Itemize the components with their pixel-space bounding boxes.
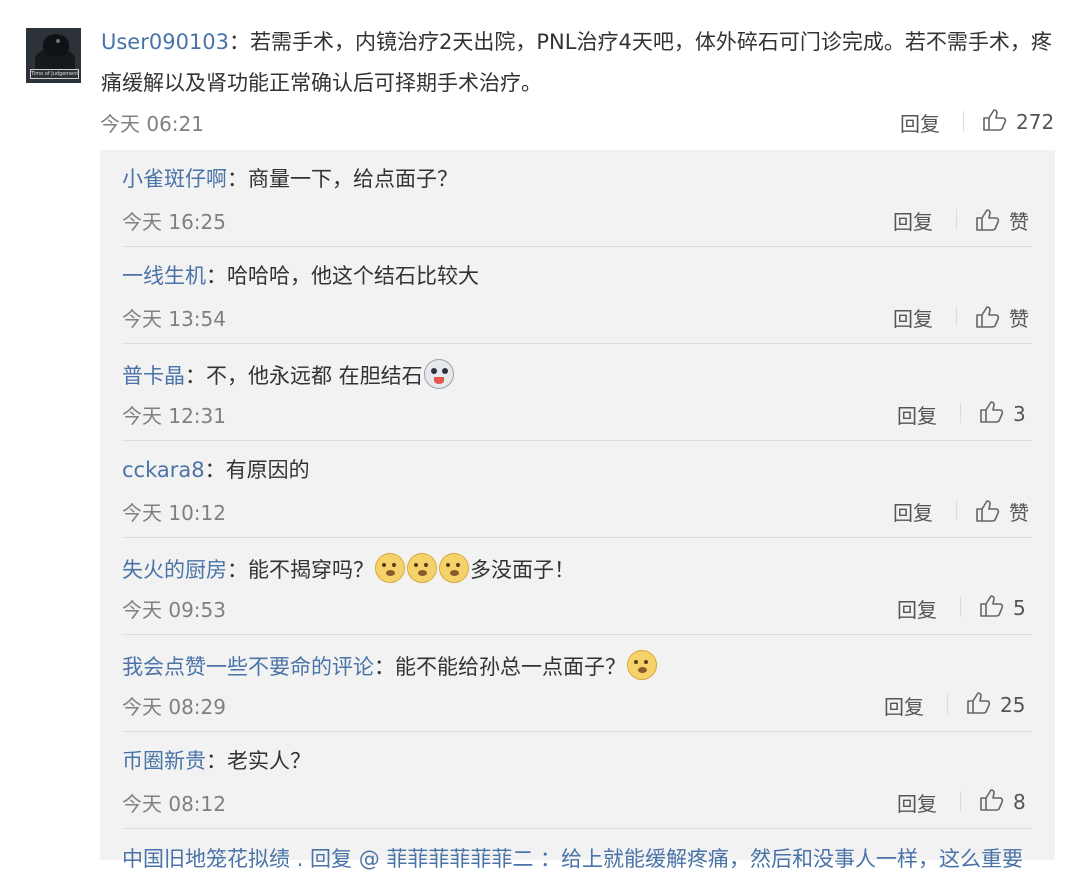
like-button[interactable]: 8 [979,788,1026,814]
reply-username[interactable]: 小雀斑仔啊 [122,167,227,191]
thumbs-up-icon [980,595,1004,617]
action-divider [947,694,948,714]
action-divider [956,500,957,520]
avatar-bird-eye [56,39,60,43]
reply-text: 普卡晶：不，他永远都 在胆结石 [122,359,455,390]
reply-body: 商量一下，给点面子？ [248,167,458,191]
action-divider [960,791,961,811]
like-button[interactable]: 3 [979,400,1026,426]
reply-username[interactable]: 一线生机 [122,264,206,288]
reply-button[interactable]: 回复 [897,788,937,817]
action-divider [960,597,961,617]
action-divider [956,306,957,326]
action-divider [956,209,957,229]
reply-body: 有原因的 [225,458,310,482]
reply-body: 能不能给孙总一点面子？ [395,655,626,679]
like-count: 25 [1000,693,1026,717]
user-avatar[interactable]: Time of Judgement [26,28,81,83]
like-count: 赞 [1009,501,1029,525]
reply-username[interactable]: 我会点赞一些不要命的评论 [122,655,374,679]
reply-divider [122,828,1033,829]
like-count: 赞 [1009,210,1029,234]
partially-visible-reply: 中国旧地笼花拟绩 . 回复 @ 菲菲菲菲菲菲二 ：给上就能缓解疼痛，然后和没事人… [122,847,1024,871]
reply-button[interactable]: 回复 [897,594,937,623]
like-button[interactable]: 25 [966,691,1025,717]
like-button[interactable]: 5 [979,594,1026,620]
username-separator: ： [204,458,226,482]
reply-time: 今天 10:12 [122,501,226,525]
thumbs-up-icon [980,789,1004,811]
reply-button[interactable]: 回复 [897,400,937,429]
action-divider [963,111,964,131]
main-like-count: 272 [1016,110,1055,134]
thumbs-up-icon [967,692,991,714]
reply-item: 失火的厨房：能不揭穿吗？ 多没面子！ 今天 09:53 回复 5 [100,538,1055,635]
thumbs-up-icon [976,500,1000,522]
reply-item: 币圈新贵：老实人？ 今天 08:12 回复 8 [100,732,1055,829]
reply-time: 今天 16:25 [122,210,226,234]
like-count: 8 [1013,790,1026,814]
main-comment-time: 今天 06:21 [100,112,204,136]
thumbs-up-icon [976,306,1000,328]
reply-item: cckara8：有原因的 今天 10:12 回复 赞 [100,441,1055,538]
reply-text: 小雀斑仔啊：商量一下，给点面子？ [122,165,458,193]
like-button[interactable]: 赞 [975,497,1029,526]
reply-username[interactable]: 币圈新贵 [122,749,206,773]
reply-body: 老实人？ [227,749,311,773]
like-count: 3 [1013,402,1026,426]
main-reply-button[interactable]: 回复 [900,108,940,137]
reply-item: 一线生机：哈哈哈，他这个结石比较大 今天 13:54 回复 赞 [100,247,1055,344]
reply-text: 币圈新贵：老实人？ [122,747,311,775]
reply-body: 能不揭穿吗？ [248,558,374,582]
avatar-bird-head [43,34,69,56]
reply-text: 一线生机：哈哈哈，他这个结石比较大 [122,262,479,290]
doge-emoji-icon [375,553,405,583]
replies-panel: 小雀斑仔啊：商量一下，给点面子？ 今天 16:25 回复 赞 一线生机：哈哈哈，… [100,150,1055,871]
reply-time: 今天 13:54 [122,307,226,331]
reply-body-continued: 多没面子！ [470,558,575,582]
main-comment-username[interactable]: User090103 [101,30,229,54]
doge-emoji-icon [407,553,437,583]
username-separator: ： [227,558,248,582]
username-separator: ： [227,167,248,191]
thumbs-up-icon [980,401,1004,423]
reply-time: 今天 08:29 [122,695,226,719]
reply-button[interactable]: 回复 [893,206,933,235]
reply-button[interactable]: 回复 [893,497,933,526]
username-separator: ： [206,264,227,288]
husky-emoji-icon [423,359,454,389]
reply-username[interactable]: 失火的厨房 [122,558,227,582]
like-count: 5 [1013,596,1026,620]
reply-item: 我会点赞一些不要命的评论：能不能给孙总一点面子？ 今天 08:29 回复 25 [100,635,1055,732]
reply-text: 失火的厨房：能不揭穿吗？ 多没面子！ [122,553,575,584]
like-button[interactable]: 赞 [975,206,1029,235]
username-separator: ： [185,364,206,388]
reply-time: 今天 12:31 [122,404,226,428]
like-count: 赞 [1009,307,1029,331]
like-button[interactable]: 赞 [975,303,1029,332]
reply-body: 不，他永远都 在胆结石 [206,364,423,388]
reply-username[interactable]: cckara8 [122,458,205,482]
reply-text: 我会点赞一些不要命的评论：能不能给孙总一点面子？ [122,650,658,681]
action-divider [960,403,961,423]
reply-item: 小雀斑仔啊：商量一下，给点面子？ 今天 16:25 回复 赞 [100,150,1055,247]
reply-time: 今天 09:53 [122,598,226,622]
reply-text: cckara8：有原因的 [122,456,310,484]
reply-item: 普卡晶：不，他永远都 在胆结石 今天 12:31 回复 3 [100,344,1055,441]
username-separator: ： [229,30,251,54]
main-comment-text-block: User090103：若需手术，内镜治疗2天出院，PNL治疗4天吧，体外碎石可门… [101,22,1061,104]
thumbs-up-icon [976,209,1000,231]
reply-button[interactable]: 回复 [884,691,924,720]
main-like-button[interactable]: 272 [982,108,1054,134]
reply-button[interactable]: 回复 [893,303,933,332]
doge-emoji-icon [627,650,657,680]
reply-time: 今天 08:12 [122,792,226,816]
username-separator: ： [206,749,227,773]
thumbs-up-icon [983,109,1007,131]
reply-body: 哈哈哈，他这个结石比较大 [227,264,479,288]
avatar-caption: Time of Judgement [30,69,79,79]
doge-emoji-icon [439,553,469,583]
reply-username[interactable]: 普卡晶 [122,364,185,388]
username-separator: ： [374,655,395,679]
